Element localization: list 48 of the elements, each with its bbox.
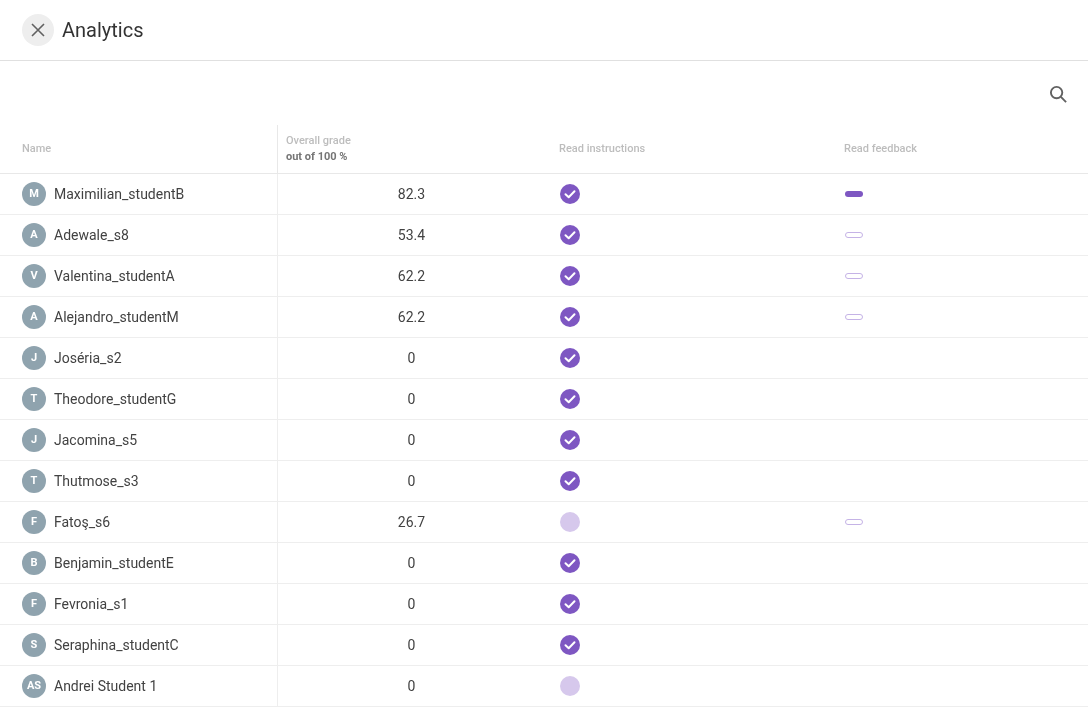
grade-value: 0 (407, 635, 416, 655)
column-header: Name (22, 140, 52, 157)
column-header: Read instructions (559, 140, 646, 157)
avatar: F (22, 510, 46, 534)
avatar: M (22, 182, 46, 206)
avatar: J (22, 428, 46, 452)
grade-value: 82.3 (397, 184, 426, 204)
student-name: Fevronia_s1 (54, 594, 129, 614)
avatar: F (22, 592, 46, 616)
student-name: Adewale_s8 (54, 225, 129, 245)
avatar: A (22, 223, 46, 247)
student-name: Joséria_s2 (54, 348, 122, 368)
grade-value: 0 (407, 471, 416, 491)
student-name: Benjamin_studentE (54, 553, 174, 573)
avatar: B (22, 551, 46, 575)
student-name: Fatoş_s6 (54, 512, 111, 532)
avatar: T (22, 469, 46, 493)
student-name: Alejandro_studentM (54, 307, 179, 327)
student-name: Theodore_studentG (54, 389, 177, 409)
avatar: V (22, 264, 46, 288)
student-name: Andrei Student 1 (54, 676, 158, 696)
page-title: Analytics (62, 17, 144, 44)
student-name: Maximilian_studentB (54, 184, 185, 204)
student-name: Valentina_studentA (54, 266, 175, 286)
grade-value: 53.4 (397, 225, 426, 245)
grade-value: 26.7 (397, 512, 426, 532)
avatar: S (22, 633, 46, 657)
avatar: J (22, 346, 46, 370)
column-subheader: out of 100 % (286, 149, 349, 165)
student-name: Jacomina_s5 (54, 430, 138, 450)
close-button[interactable] (22, 14, 54, 46)
student-name: Seraphina_studentC (54, 635, 179, 655)
column-header: Overall grade (286, 133, 352, 149)
search-icon (1048, 84, 1068, 104)
avatar: T (22, 387, 46, 411)
grade-value: 0 (407, 348, 416, 368)
grade-value: 0 (407, 430, 416, 450)
grade-value: 62.2 (397, 266, 426, 286)
grade-value: 62.2 (397, 307, 426, 327)
avatar: A (22, 305, 46, 329)
column-header: Read feedback (844, 140, 917, 157)
avatar: AS (22, 674, 46, 698)
close-icon (31, 23, 45, 37)
grade-value: 0 (407, 676, 416, 696)
grade-value: 0 (407, 553, 416, 573)
grade-value: 0 (407, 389, 416, 409)
grade-value: 0 (407, 594, 416, 614)
student-name: Thutmose_s3 (54, 471, 139, 491)
